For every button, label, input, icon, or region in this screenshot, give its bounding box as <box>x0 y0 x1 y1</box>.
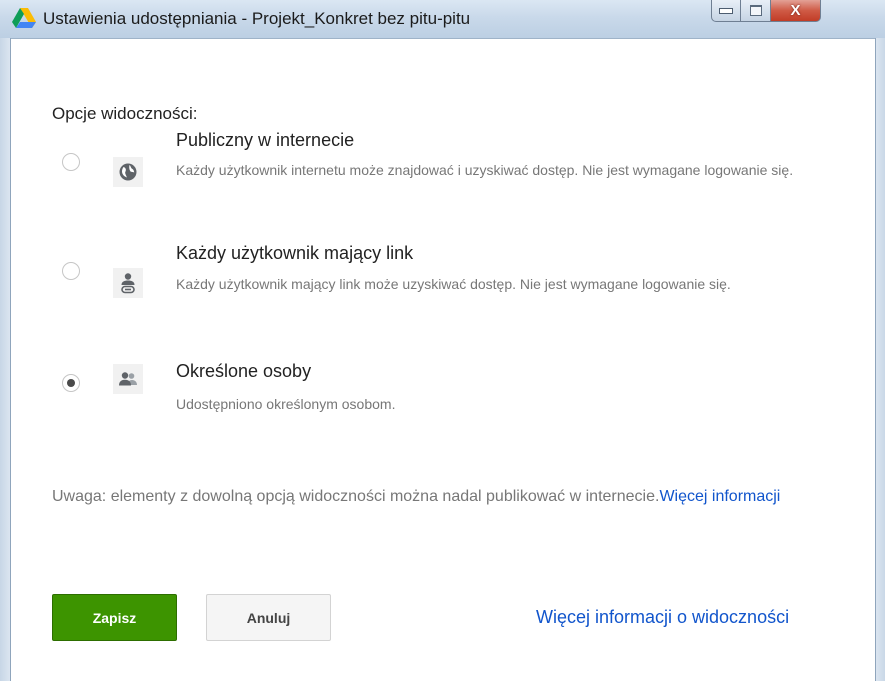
option-link-title: Każdy użytkownik mający link <box>176 243 414 263</box>
option-specific-title: Określone osoby <box>176 361 312 381</box>
option-public-title: Publiczny w internecie <box>176 130 355 150</box>
minimize-button[interactable] <box>711 0 741 22</box>
google-drive-icon <box>12 8 36 28</box>
person-link-icon <box>113 268 143 298</box>
window-frame-left <box>0 38 11 681</box>
radio-anyone-with-link[interactable] <box>62 262 80 280</box>
window-title: Ustawienia udostępniania - Projekt_Konkr… <box>43 9 471 28</box>
minimize-icon <box>719 7 733 14</box>
option-public-description: Każdy użytkownik internetu może znajdowa… <box>176 162 794 178</box>
sharing-settings-window: Ustawienia udostępniania - Projekt_Konkr… <box>0 0 885 681</box>
option-link-description: Każdy użytkownik mający link może uzyski… <box>176 276 731 292</box>
publish-note: Uwaga: elementy z dowolną opcją widoczno… <box>52 483 782 511</box>
visibility-options-heading: Opcje widoczności: <box>52 104 198 123</box>
more-info-link[interactable]: Więcej informacji <box>659 488 780 505</box>
window-controls: X <box>711 0 821 24</box>
radio-public[interactable] <box>62 153 80 171</box>
maximize-button[interactable] <box>741 0 771 22</box>
globe-icon <box>113 157 143 187</box>
visibility-info-link[interactable]: Więcej informacji o widoczności <box>536 607 789 628</box>
maximize-icon <box>749 5 762 16</box>
radio-specific-people[interactable] <box>62 374 80 392</box>
publish-note-text: Uwaga: elementy z dowolną opcją widoczno… <box>52 488 660 505</box>
close-icon: X <box>790 2 801 19</box>
save-button[interactable]: Zapisz <box>52 594 177 641</box>
title-bar[interactable]: Ustawienia udostępniania - Projekt_Konkr… <box>0 0 885 39</box>
people-icon <box>113 364 143 394</box>
window-frame-right <box>875 38 885 681</box>
option-specific-description: Udostępniono określonym osobom. <box>176 396 396 412</box>
cancel-button[interactable]: Anuluj <box>206 594 331 641</box>
close-button[interactable]: X <box>771 0 821 22</box>
